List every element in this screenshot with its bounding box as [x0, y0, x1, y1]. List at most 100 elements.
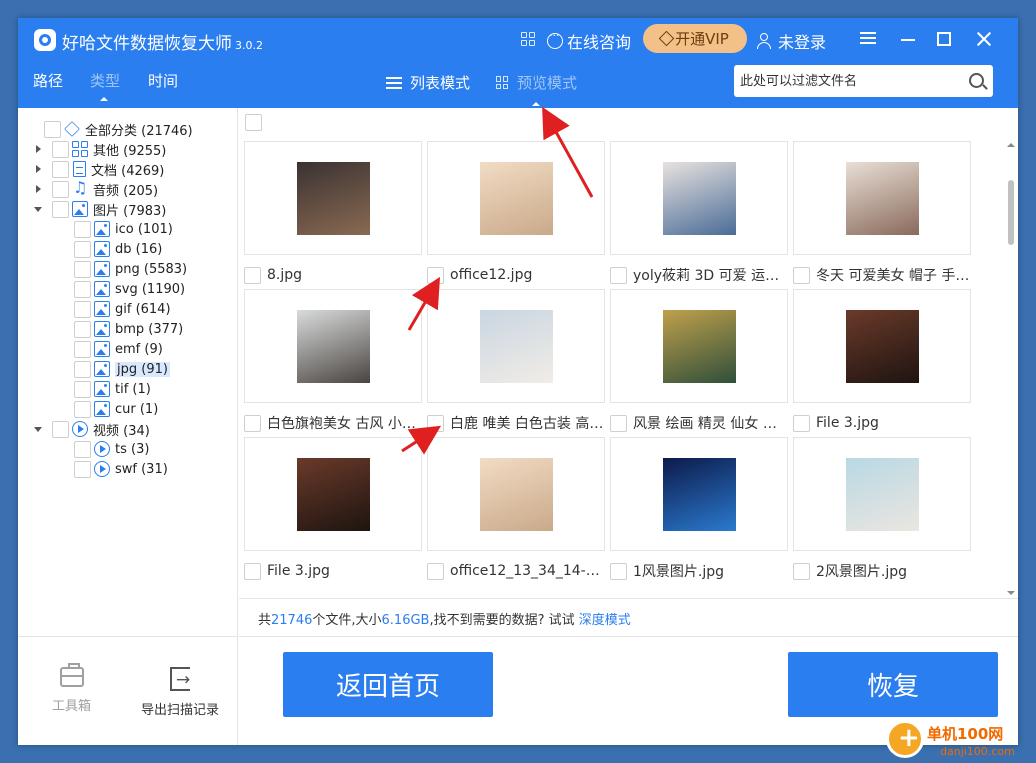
file-thumbnail-frame[interactable]: [244, 437, 422, 551]
close-icon[interactable]: [972, 27, 996, 51]
tree-item[interactable]: 图片 (7983): [34, 199, 166, 219]
menu-icon[interactable]: [856, 27, 880, 51]
tree-item-checkbox[interactable]: [74, 400, 91, 418]
file-checkbox[interactable]: [610, 266, 627, 284]
tree-item-checkbox[interactable]: [52, 140, 69, 158]
file-card[interactable]: File 3.jpg: [793, 289, 971, 433]
file-thumbnail-frame[interactable]: [793, 289, 971, 403]
file-checkbox[interactable]: [793, 414, 810, 432]
tree-item-checkbox[interactable]: [74, 280, 91, 298]
scroll-up-icon[interactable]: [1007, 143, 1015, 147]
expand-arrow-icon[interactable]: [34, 184, 44, 194]
tree-item[interactable]: bmp (377): [66, 319, 183, 339]
file-card[interactable]: office12.jpg: [427, 141, 605, 285]
file-thumbnail-frame[interactable]: [244, 141, 422, 255]
file-card[interactable]: 8.jpg: [244, 141, 422, 285]
tree-item-checkbox[interactable]: [74, 360, 91, 378]
file-checkbox[interactable]: [427, 266, 444, 284]
tree-item[interactable]: emf (9): [66, 339, 163, 359]
tab-path[interactable]: 路径: [33, 70, 63, 91]
tree-item-checkbox[interactable]: [44, 120, 61, 138]
tree-item[interactable]: 音频 (205): [34, 178, 158, 199]
tree-item[interactable]: 全部分类 (21746): [34, 119, 193, 139]
tab-time[interactable]: 时间: [148, 70, 178, 91]
minimize-icon[interactable]: [896, 27, 920, 51]
tree-item-checkbox[interactable]: [74, 320, 91, 338]
file-checkbox[interactable]: [610, 414, 627, 432]
file-checkbox[interactable]: [793, 562, 810, 580]
expand-arrow-icon[interactable]: [34, 144, 44, 154]
tree-item[interactable]: jpg (91): [66, 359, 170, 379]
search-icon[interactable]: [969, 73, 984, 88]
deep-mode-link[interactable]: 深度模式: [579, 613, 631, 628]
apps-grid-icon[interactable]: [521, 32, 535, 46]
file-checkbox[interactable]: [427, 414, 444, 432]
file-checkbox[interactable]: [793, 266, 810, 284]
file-card[interactable]: File 3.jpg: [244, 437, 422, 581]
tree-item-checkbox[interactable]: [74, 240, 91, 258]
file-thumbnail-frame[interactable]: [610, 141, 788, 255]
tree-item-checkbox[interactable]: [74, 300, 91, 318]
vip-button[interactable]: 开通VIP: [643, 24, 747, 53]
tab-type[interactable]: 类型: [90, 70, 120, 91]
recover-button[interactable]: 恢复: [788, 652, 998, 717]
tree-item[interactable]: ico (101): [66, 219, 173, 239]
file-card[interactable]: 2风景图片.jpg: [793, 437, 971, 581]
login-button[interactable]: 未登录: [757, 29, 826, 53]
file-checkbox[interactable]: [244, 562, 261, 580]
list-mode-button[interactable]: 列表模式: [386, 72, 470, 93]
tree-item-checkbox[interactable]: [74, 380, 91, 398]
file-thumbnail-frame[interactable]: [244, 289, 422, 403]
file-thumbnail-frame[interactable]: [793, 141, 971, 255]
file-thumbnail-frame[interactable]: [610, 289, 788, 403]
back-home-button[interactable]: 返回首页: [283, 652, 493, 717]
tree-item-checkbox[interactable]: [74, 340, 91, 358]
file-card[interactable]: yoly莜莉 3D 可爱 运动美女…: [610, 141, 788, 285]
tree-item[interactable]: cur (1): [66, 399, 158, 419]
file-card[interactable]: 风景 绘画 精灵 仙女 秋天…: [610, 289, 788, 433]
file-card[interactable]: office12_13_34_14-…: [427, 437, 605, 581]
file-thumbnail-frame[interactable]: [793, 437, 971, 551]
tree-item[interactable]: swf (31): [66, 459, 168, 479]
tree-item[interactable]: png (5583): [66, 259, 187, 279]
toolbox-button[interactable]: 工具箱: [52, 663, 91, 714]
file-card[interactable]: 1风景图片.jpg: [610, 437, 788, 581]
file-thumbnail-frame[interactable]: [427, 141, 605, 255]
vertical-scrollbar[interactable]: [1004, 140, 1018, 598]
maximize-icon[interactable]: [932, 27, 956, 51]
tree-item-checkbox[interactable]: [52, 200, 69, 218]
tree-item-checkbox[interactable]: [52, 160, 69, 178]
tree-item[interactable]: 文档 (4269): [34, 159, 164, 179]
tree-item-checkbox[interactable]: [74, 440, 91, 458]
tree-item[interactable]: ts (3): [66, 439, 149, 459]
file-card[interactable]: 白色旗袍美女 古风 小清新…: [244, 289, 422, 433]
select-all-checkbox[interactable]: [245, 114, 262, 131]
tree-item-checkbox[interactable]: [74, 260, 91, 278]
expand-arrow-icon[interactable]: [34, 164, 44, 174]
tree-item[interactable]: 其他 (9255): [34, 139, 166, 159]
file-checkbox[interactable]: [244, 266, 261, 284]
file-card[interactable]: 冬天 可爱美女 帽子 手套 4k…: [793, 141, 971, 285]
scroll-down-icon[interactable]: [1007, 591, 1015, 595]
file-thumbnail-frame[interactable]: [427, 437, 605, 551]
tree-item[interactable]: gif (614): [66, 299, 171, 319]
collapse-arrow-icon[interactable]: [34, 424, 44, 434]
tree-item[interactable]: tif (1): [66, 379, 151, 399]
collapse-arrow-icon[interactable]: [34, 204, 44, 214]
tree-item-checkbox[interactable]: [74, 220, 91, 238]
tree-item[interactable]: 视频 (34): [34, 419, 150, 439]
file-checkbox[interactable]: [427, 562, 444, 580]
tree-item-checkbox[interactable]: [74, 460, 91, 478]
tree-item-checkbox[interactable]: [52, 420, 69, 438]
file-thumbnail-frame[interactable]: [427, 289, 605, 403]
file-thumbnail-frame[interactable]: [610, 437, 788, 551]
tree-item[interactable]: svg (1190): [66, 279, 185, 299]
scroll-thumb[interactable]: [1008, 180, 1014, 245]
tree-item[interactable]: db (16): [66, 239, 162, 259]
tree-item-checkbox[interactable]: [52, 180, 69, 198]
online-consult-button[interactable]: 在线咨询: [547, 29, 631, 53]
file-checkbox[interactable]: [244, 414, 261, 432]
file-checkbox[interactable]: [610, 562, 627, 580]
filter-input[interactable]: [734, 65, 959, 97]
export-scan-button[interactable]: 导出扫描记录: [141, 667, 219, 718]
